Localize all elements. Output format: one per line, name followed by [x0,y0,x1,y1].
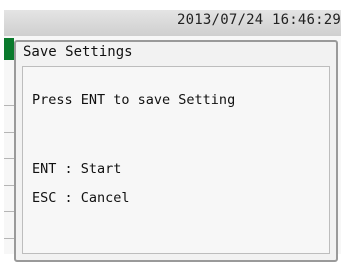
device-screen: 2013/07/24 16:46:29 Save Settings Press … [4,10,341,262]
save-settings-dialog: Save Settings Press ENT to save Setting … [14,40,338,262]
background-row-divider [4,238,14,239]
status-bar: 2013/07/24 16:46:29 [4,10,341,36]
datetime-display: 2013/07/24 16:46:29 [177,12,341,28]
start-option[interactable]: ENT : Start [32,161,121,177]
background-row-divider [4,158,14,159]
cancel-option[interactable]: ESC : Cancel [32,190,130,206]
background-row-divider [4,132,14,133]
dialog-title: Save Settings [23,44,133,60]
background-row-divider [4,185,14,186]
background-row-divider [4,211,14,212]
selected-tab-indicator [4,38,14,60]
background-row-divider [4,105,14,106]
dialog-body: Press ENT to save Setting ENT : Start ES… [22,66,330,254]
dialog-message: Press ENT to save Setting [32,92,236,108]
